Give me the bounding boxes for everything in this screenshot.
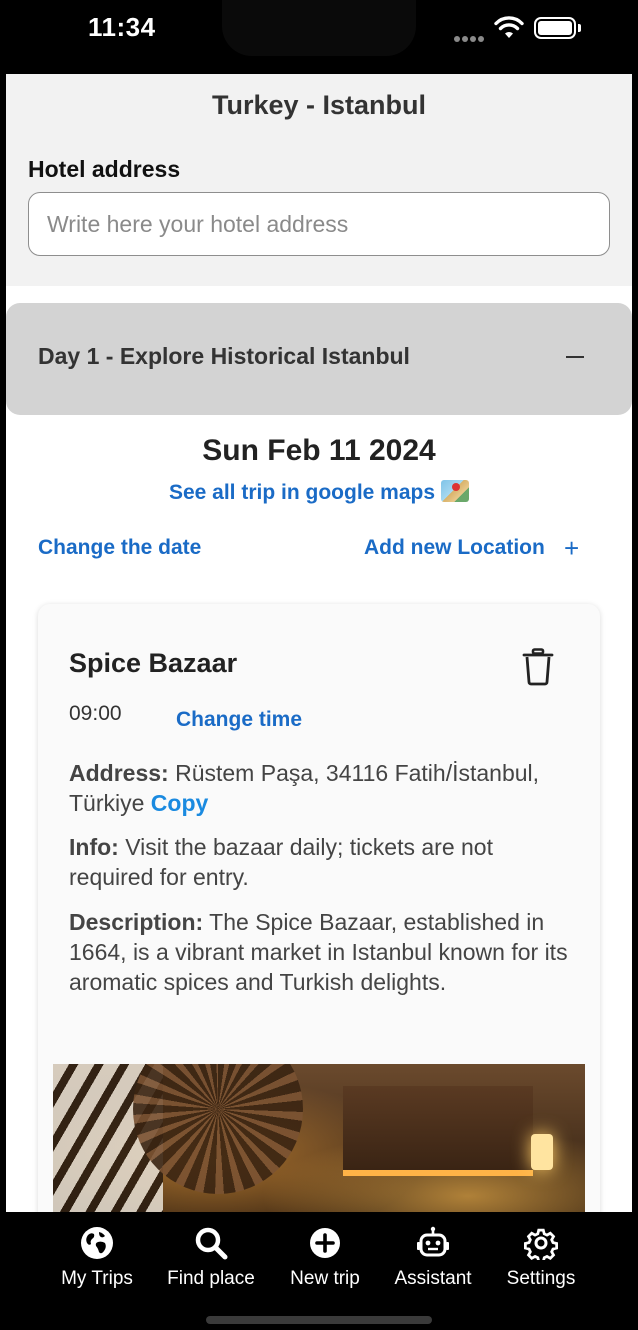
change-time-link[interactable]: Change time: [176, 708, 302, 732]
gear-icon: [524, 1228, 558, 1260]
hotel-address-input[interactable]: [28, 192, 610, 256]
google-maps-link[interactable]: See all trip in google maps: [6, 480, 632, 505]
location-name: Spice Bazaar: [69, 648, 238, 678]
page-title: Turkey - Istanbul: [211, 90, 427, 120]
change-date-link[interactable]: Change the date: [38, 536, 201, 560]
robot-icon: [417, 1226, 449, 1257]
location-card: Spice Bazaar 09:00 Change time Address: …: [38, 604, 600, 1212]
trash-icon[interactable]: [522, 648, 554, 686]
tab-label: Assistant: [394, 1268, 472, 1289]
info-value: Visit the bazaar daily; tickets are not …: [69, 834, 493, 890]
google-maps-link-text[interactable]: See all trip in google maps: [169, 481, 435, 504]
battery-icon: [534, 17, 576, 39]
tab-find-place[interactable]: Find place: [156, 1226, 266, 1290]
location-time: 09:00: [69, 702, 122, 725]
battery-nub: [578, 24, 581, 32]
globe-icon: [81, 1227, 113, 1259]
trip-screen: Turkey - Istanbul Hotel address Day 1 - …: [6, 74, 632, 1212]
status-bar: 11:34: [0, 0, 638, 74]
photo-lamp: [531, 1134, 553, 1170]
trip-header-section: Turkey - Istanbul Hotel address: [6, 74, 632, 286]
map-icon: [441, 480, 470, 502]
photo-balcony: [343, 1086, 533, 1176]
plus-icon[interactable]: +: [564, 535, 579, 561]
location-info: Info: Visit the bazaar daily; tickets ar…: [69, 832, 569, 892]
status-time: 11:34: [88, 12, 156, 42]
add-location-link[interactable]: Add new Location: [364, 536, 545, 560]
location-photo: [53, 1064, 585, 1212]
dynamic-island: [222, 0, 416, 56]
search-icon: [195, 1227, 228, 1260]
tab-label: My Trips: [61, 1268, 133, 1289]
wifi-icon: [494, 16, 524, 38]
collapse-minus-icon[interactable]: [566, 356, 584, 358]
day-date: Sun Feb 11 2024: [202, 434, 436, 467]
bottom-tab-bar: My Trips Find place New trip Assistant S…: [0, 1212, 638, 1330]
tab-label: Find place: [167, 1268, 255, 1289]
home-indicator: [206, 1316, 432, 1324]
tab-label: Settings: [506, 1268, 576, 1289]
signal-icon: [454, 29, 488, 42]
address-label: Address:: [69, 760, 169, 786]
phone-frame: 11:34 Turkey - Istanbul Hotel address Da…: [0, 0, 638, 1330]
tab-my-trips[interactable]: My Trips: [42, 1226, 152, 1290]
description-label: Description:: [69, 909, 204, 935]
day-accordion-header[interactable]: Day 1 - Explore Historical Istanbul: [6, 303, 632, 415]
tab-label: New trip: [290, 1268, 360, 1289]
location-description: Description: The Spice Bazaar, establish…: [69, 907, 569, 997]
plus-circle-icon: [310, 1228, 340, 1258]
day-title: Day 1 - Explore Historical Istanbul: [38, 343, 410, 369]
location-address: Address: Rüstem Paşa, 34116 Fatih/İstanb…: [69, 758, 569, 818]
info-label: Info:: [69, 834, 119, 860]
hotel-address-label: Hotel address: [28, 156, 181, 182]
tab-settings[interactable]: Settings: [486, 1226, 596, 1290]
tab-assistant[interactable]: Assistant: [378, 1226, 488, 1290]
tab-new-trip[interactable]: New trip: [270, 1226, 380, 1290]
copy-address-button[interactable]: Copy: [151, 790, 209, 816]
